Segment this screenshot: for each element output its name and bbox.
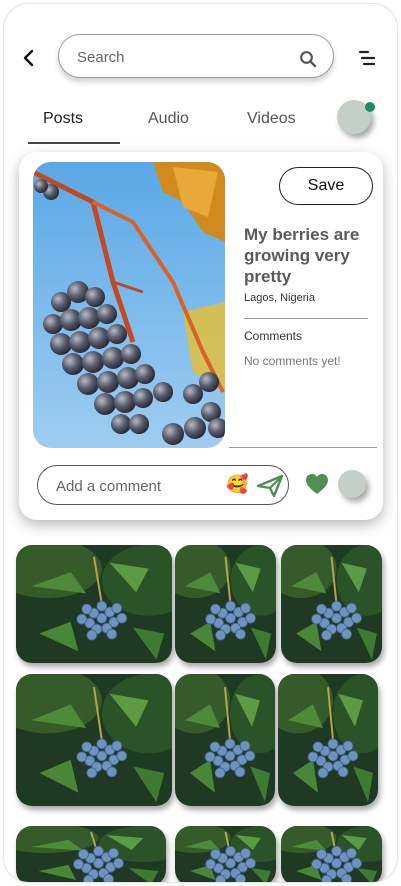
gallery-photo[interactable]: [281, 826, 382, 882]
gallery-photo[interactable]: [175, 545, 276, 663]
comments-heading: Comments: [244, 329, 303, 343]
post-card: Save My berries are growing very pretty …: [19, 152, 383, 520]
search-input[interactable]: [75, 45, 279, 69]
emoji-button[interactable]: 🥰: [226, 474, 248, 495]
tab-videos[interactable]: Videos: [247, 110, 296, 128]
save-button[interactable]: Save: [279, 167, 373, 205]
app-frame: Posts Audio Videos: [3, 3, 398, 883]
divider: [244, 318, 368, 319]
like-heart-icon[interactable]: [305, 473, 329, 495]
no-comments-text: No comments yet!: [244, 354, 341, 368]
gallery-photo[interactable]: [16, 674, 172, 806]
grapes-photo: [33, 162, 225, 448]
post-image[interactable]: [33, 162, 225, 448]
gallery-photo[interactable]: [175, 826, 276, 882]
send-icon[interactable]: [256, 474, 284, 498]
tab-bar: Posts Audio Videos: [20, 102, 320, 146]
comment-field[interactable]: 🥰: [37, 465, 289, 505]
tab-audio[interactable]: Audio: [148, 110, 189, 128]
post-title: My berries are growing very pretty: [244, 225, 360, 286]
gallery-photo[interactable]: [16, 826, 166, 882]
back-arrow-icon[interactable]: [20, 48, 40, 68]
gallery-photo[interactable]: [278, 674, 378, 806]
active-tab-indicator: [28, 142, 120, 144]
comment-input[interactable]: [54, 475, 218, 497]
post-location: Lagos, Nigeria: [244, 292, 315, 304]
divider: [229, 447, 377, 448]
online-status-dot: [365, 102, 375, 112]
search-icon[interactable]: [299, 50, 317, 68]
gallery-photo[interactable]: [281, 545, 382, 663]
commenter-avatar[interactable]: [338, 470, 366, 498]
menu-icon[interactable]: [357, 48, 377, 68]
tab-posts[interactable]: Posts: [43, 110, 83, 128]
profile-avatar[interactable]: [337, 100, 375, 134]
search-bar[interactable]: [58, 34, 334, 78]
gallery-photo[interactable]: [175, 674, 275, 806]
gallery-photo[interactable]: [16, 545, 172, 663]
